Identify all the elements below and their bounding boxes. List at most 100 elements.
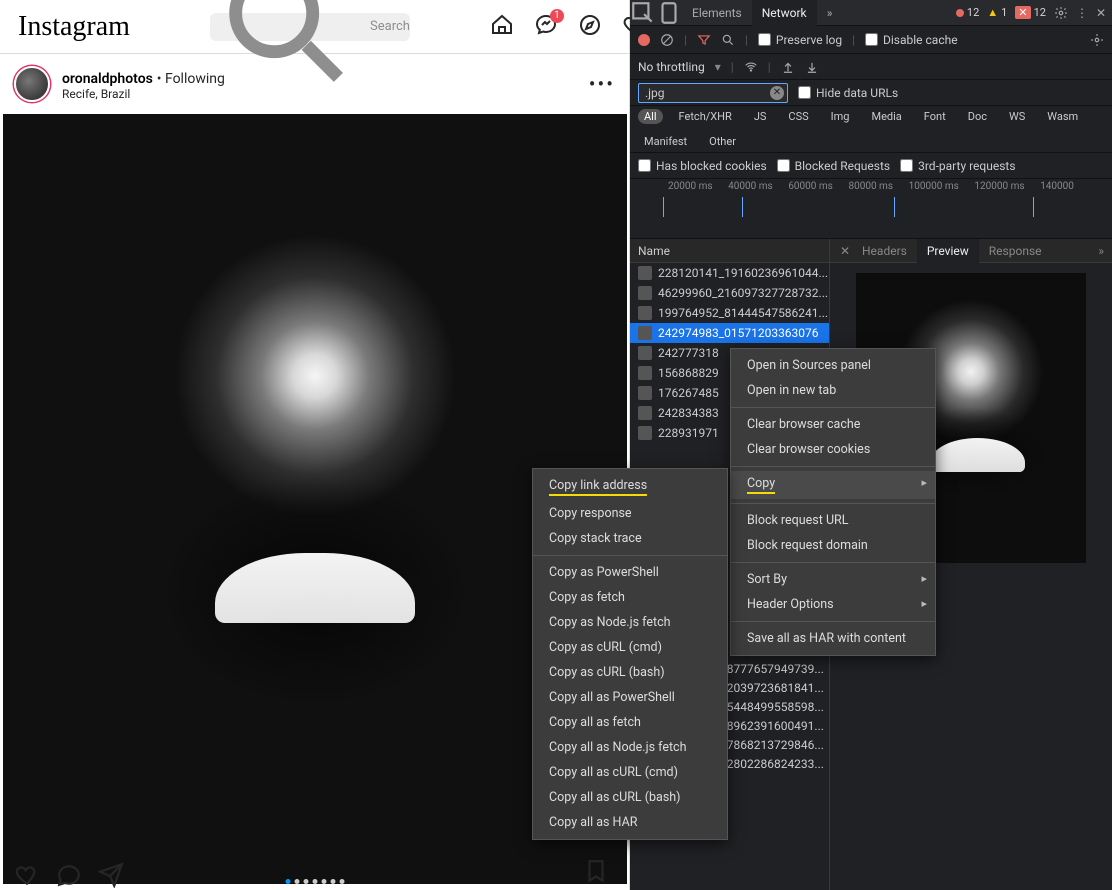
error-count[interactable]: 12 (956, 6, 979, 19)
tab-headers[interactable]: Headers (852, 239, 917, 263)
type-filter-font[interactable]: Font (918, 109, 952, 124)
notification-badge: 1 (550, 9, 564, 23)
menu-item[interactable]: Copy (731, 471, 935, 499)
explore-icon[interactable] (578, 13, 602, 41)
timeline[interactable]: 20000 ms40000 ms60000 ms80000 ms100000 m… (630, 179, 1112, 239)
menu-item[interactable]: Open in Sources panel (731, 353, 935, 378)
upload-icon[interactable] (781, 60, 795, 74)
close-preview-icon[interactable]: ✕ (830, 239, 852, 263)
like-icon[interactable] (14, 862, 40, 888)
search-icon[interactable] (721, 33, 735, 47)
gear-icon[interactable] (1054, 6, 1068, 20)
clear-filter-icon[interactable]: ✕ (770, 86, 784, 100)
kebab-icon[interactable]: ⋮ (1076, 6, 1088, 20)
disable-cache-checkbox[interactable]: Disable cache (865, 33, 958, 47)
post-more-button[interactable]: ••• (589, 72, 615, 96)
comment-icon[interactable] (56, 862, 82, 888)
request-row[interactable]: 46299960_216097327728732... (630, 283, 829, 303)
hide-data-urls-checkbox[interactable]: Hide data URLs (798, 86, 898, 100)
menu-item[interactable]: Copy stack trace (533, 526, 727, 551)
wifi-icon[interactable] (744, 60, 758, 74)
device-icon[interactable] (656, 0, 682, 26)
share-icon[interactable] (98, 862, 124, 888)
menu-item[interactable]: Copy response (533, 501, 727, 526)
request-name: 228120141_19160236961044... (658, 266, 828, 280)
request-row[interactable]: 15448499558598... (720, 698, 824, 717)
post-location[interactable]: Recife, Brazil (62, 87, 225, 101)
request-row[interactable]: 242974983_01571203363076 (630, 323, 829, 343)
type-filter-all[interactable]: All (638, 109, 663, 124)
request-row[interactable]: 38962391600491... (720, 717, 824, 736)
menu-item[interactable]: Copy all as PowerShell (533, 685, 727, 710)
menu-item[interactable]: Block request URL (731, 508, 935, 533)
request-row[interactable]: 38777657949739... (720, 660, 824, 679)
type-filter-media[interactable]: Media (865, 109, 907, 124)
menu-item[interactable]: Block request domain (731, 533, 935, 558)
file-icon (638, 406, 652, 420)
type-filter-other[interactable]: Other (703, 134, 742, 149)
menu-item[interactable]: Copy as cURL (bash) (533, 660, 727, 685)
filter-icon[interactable] (697, 33, 711, 47)
home-icon[interactable] (490, 13, 514, 41)
file-icon (638, 426, 652, 440)
warning-count[interactable]: ▲1 (987, 6, 1007, 19)
list-header-name[interactable]: Name (630, 239, 829, 263)
instagram-logo[interactable]: Instagram (18, 11, 130, 43)
filter-input[interactable] (638, 83, 788, 103)
type-filter-js[interactable]: JS (748, 109, 773, 124)
request-name: 242777318 (658, 346, 719, 360)
tab-preview[interactable]: Preview (917, 239, 979, 263)
throttle-select[interactable]: No throttling (638, 60, 705, 74)
blocked-cookies-checkbox[interactable]: Has blocked cookies (638, 159, 767, 173)
type-filter-css[interactable]: CSS (782, 109, 814, 124)
menu-item[interactable]: Copy all as Node.js fetch (533, 735, 727, 760)
post-avatar[interactable] (14, 66, 50, 102)
tab-network[interactable]: Network (752, 0, 817, 26)
issue-count[interactable]: ✕12 (1015, 6, 1046, 19)
type-filter-doc[interactable]: Doc (962, 109, 993, 124)
messenger-icon[interactable]: 1 (534, 13, 558, 41)
menu-item[interactable]: Save all as HAR with content (731, 626, 935, 651)
close-icon[interactable]: ✕ (1096, 6, 1106, 20)
menu-item[interactable]: Copy as PowerShell (533, 560, 727, 585)
type-filter-manifest[interactable]: Manifest (638, 134, 693, 149)
type-filter-ws[interactable]: WS (1003, 109, 1031, 124)
tabs-overflow-icon[interactable]: » (1088, 239, 1112, 263)
menu-item[interactable]: Clear browser cookies (731, 437, 935, 462)
menu-item[interactable]: Copy all as fetch (533, 710, 727, 735)
menu-item[interactable]: Copy all as cURL (bash) (533, 785, 727, 810)
menu-item[interactable]: Copy as cURL (cmd) (533, 635, 727, 660)
menu-item[interactable]: Header Options (731, 592, 935, 617)
gear-icon[interactable] (1090, 33, 1104, 47)
record-button[interactable] (638, 34, 650, 46)
clear-icon[interactable] (660, 33, 674, 47)
download-icon[interactable] (805, 60, 819, 74)
menu-item[interactable]: Copy all as cURL (cmd) (533, 760, 727, 785)
bookmark-icon[interactable] (583, 858, 609, 888)
menu-item[interactable]: Open in new tab (731, 378, 935, 403)
menu-item[interactable]: Copy as Node.js fetch (533, 610, 727, 635)
request-row[interactable]: 22039723681841... (720, 679, 824, 698)
following-label: • Following (157, 71, 225, 87)
menu-item[interactable]: Copy all as HAR (533, 810, 727, 835)
third-party-checkbox[interactable]: 3rd-party requests (900, 159, 1015, 173)
menu-item[interactable]: Clear browser cache (731, 412, 935, 437)
preserve-log-checkbox[interactable]: Preserve log (758, 33, 842, 47)
post-username[interactable]: oronaldphotos (62, 71, 153, 87)
menu-item[interactable]: Copy link address (533, 473, 727, 501)
blocked-requests-checkbox[interactable]: Blocked Requests (777, 159, 890, 173)
menu-item[interactable]: Copy as fetch (533, 585, 727, 610)
request-row[interactable]: 199764952_81444547586241... (630, 303, 829, 323)
tabs-overflow-icon[interactable]: » (817, 6, 843, 20)
request-row[interactable]: 228120141_19160236961044... (630, 263, 829, 283)
type-filter-img[interactable]: Img (825, 109, 856, 124)
type-filter-fetchxhr[interactable]: Fetch/XHR (673, 109, 738, 124)
menu-item[interactable]: Sort By (731, 567, 935, 592)
type-filter-wasm[interactable]: Wasm (1041, 109, 1084, 124)
request-row[interactable]: 12802286824233... (720, 755, 824, 774)
tab-response[interactable]: Response (979, 239, 1052, 263)
request-row[interactable]: 37868213729846... (720, 736, 824, 755)
tab-elements[interactable]: Elements (682, 0, 752, 26)
search-input[interactable]: Search (210, 13, 410, 41)
inspect-icon[interactable] (630, 0, 656, 26)
